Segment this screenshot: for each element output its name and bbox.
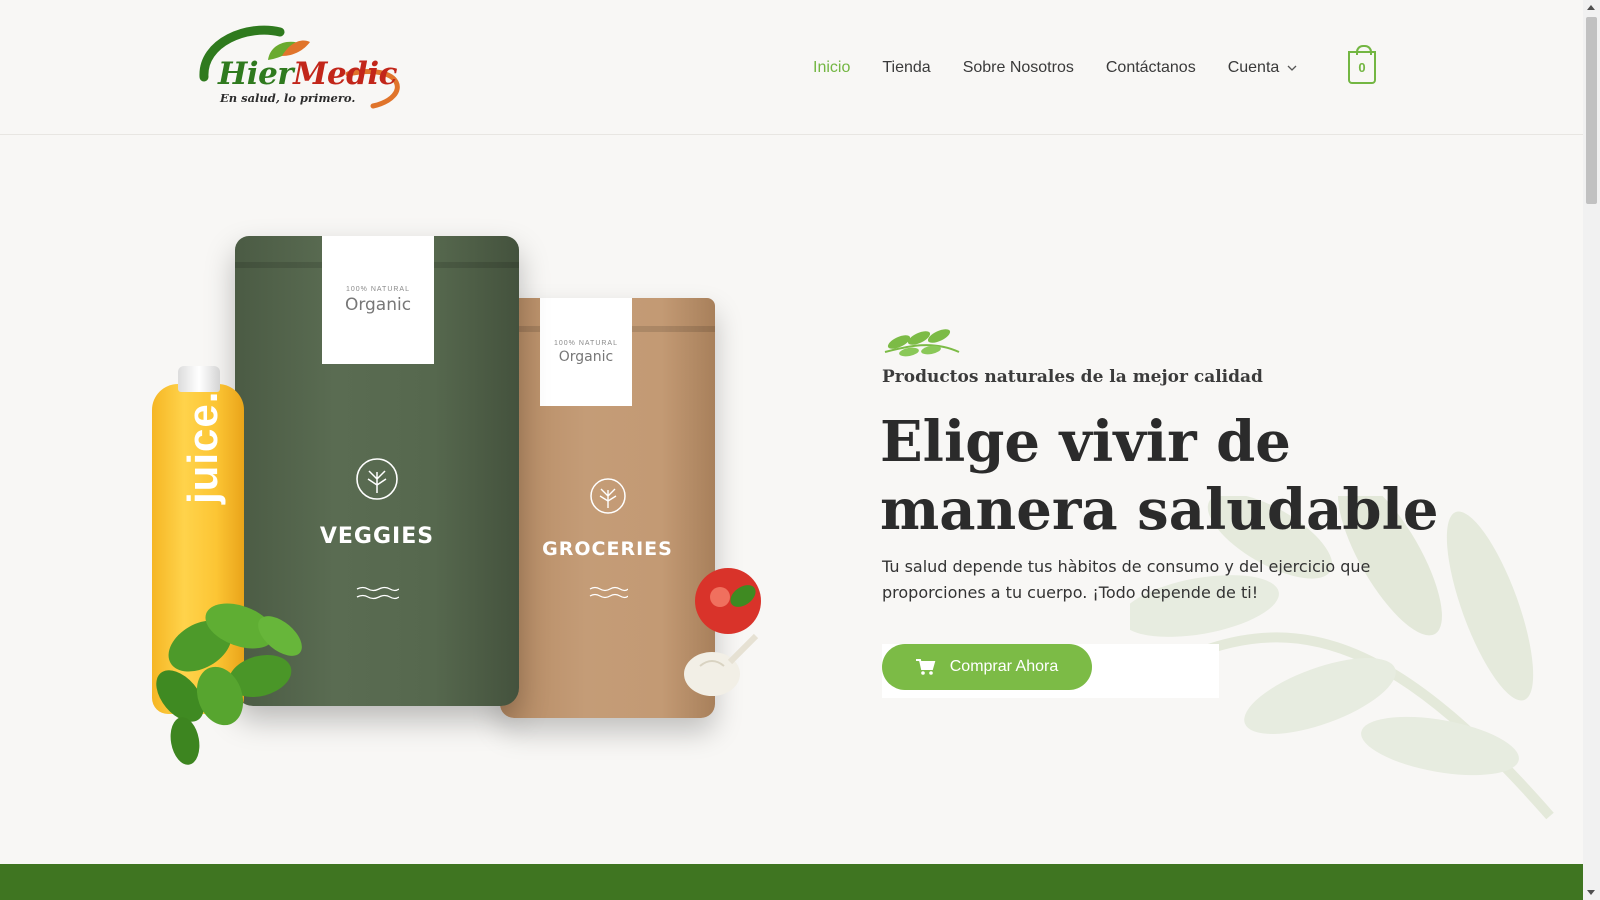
sprig-icon — [884, 329, 960, 357]
waves-icon — [356, 586, 399, 600]
garlic-icon — [684, 633, 759, 696]
hero-headline: Elige vivir de manera saludable — [880, 409, 1439, 543]
scroll-thumb[interactable] — [1586, 17, 1597, 204]
waves-icon — [589, 586, 628, 599]
shop-now-label: Comprar Ahora — [949, 658, 1059, 675]
organic-label: 100% NATURAL Organic — [322, 236, 434, 364]
groceries-title: GROCERIES — [542, 538, 673, 560]
scroll-down-icon[interactable] — [1587, 890, 1595, 895]
chevron-down-icon — [1287, 65, 1297, 71]
nav-item-inicio[interactable]: Inicio — [813, 59, 850, 77]
logo-tagline: En salud, lo primero. — [220, 91, 356, 105]
nav-item-tienda[interactable]: Tienda — [882, 59, 930, 77]
tree-emblem-icon — [589, 478, 626, 514]
cart-button[interactable]: 0 — [1348, 45, 1376, 84]
hero-description: Tu salud depende tus hàbitos de consumo … — [882, 557, 1371, 602]
basil-leaves-icon — [156, 603, 302, 765]
main-nav: Inicio Tienda Sobre Nosotros Contáctanos… — [813, 56, 1329, 80]
shop-now-button[interactable]: Comprar Ahora — [882, 644, 1092, 690]
hero-product-image: 100% NATURAL Organic GROCERIES 100% NATU… — [140, 226, 780, 786]
veggies-title: VEGGIES — [319, 524, 435, 549]
organic-label: 100% NATURAL Organic — [540, 298, 632, 406]
hero-subtitle: Productos naturales de la mejor calidad — [882, 367, 1263, 387]
cta-container: Comprar Ahora — [882, 644, 1219, 698]
nav-item-contactanos[interactable]: Contáctanos — [1106, 59, 1196, 77]
hero-section: 100% NATURAL Organic GROCERIES 100% NATU… — [0, 136, 1583, 864]
nav-item-cuenta[interactable]: Cuenta — [1228, 59, 1298, 77]
logo-wordmark: HierMedic — [218, 56, 397, 92]
page-scrollbar[interactable] — [1583, 0, 1600, 900]
site-header: HierMedic En salud, lo primero. Inicio T… — [0, 0, 1583, 135]
tree-emblem-icon — [356, 458, 398, 500]
section-band — [0, 864, 1583, 900]
shopping-cart-icon — [915, 659, 936, 675]
scroll-up-icon[interactable] — [1587, 5, 1595, 10]
juice-label: juice. — [179, 390, 226, 504]
nav-item-sobre-nosotros[interactable]: Sobre Nosotros — [963, 59, 1074, 77]
cart-count: 0 — [1358, 60, 1366, 75]
site-logo[interactable]: HierMedic En salud, lo primero. — [198, 22, 418, 114]
